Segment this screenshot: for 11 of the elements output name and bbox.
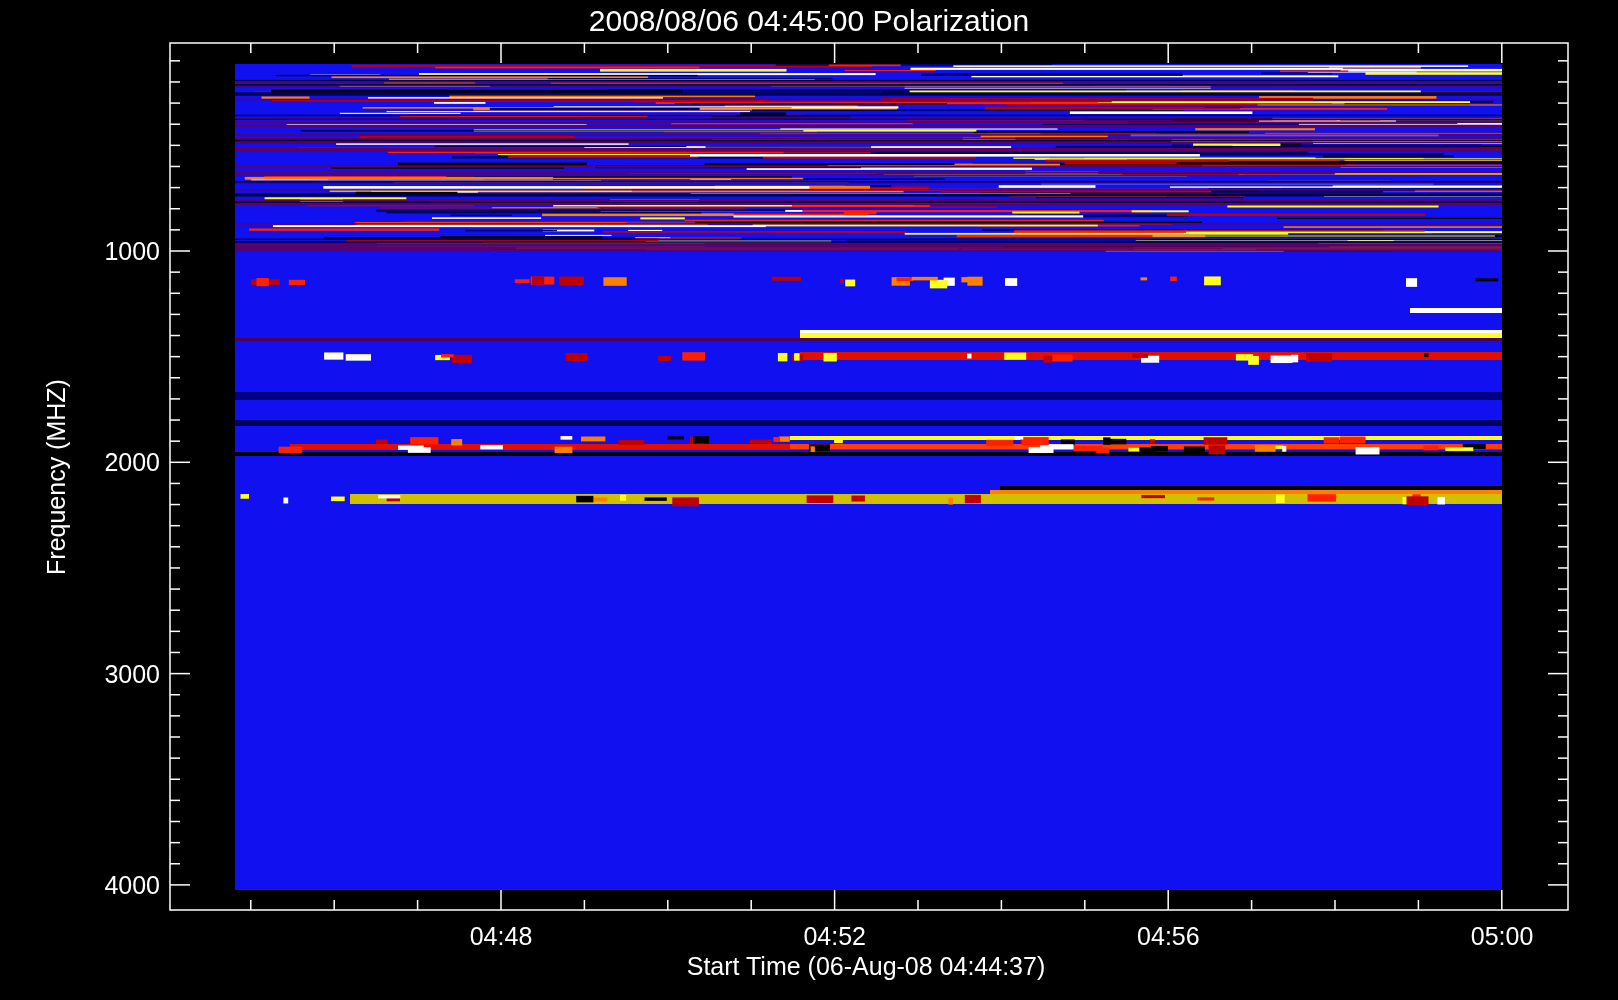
y-tick-label: 4000 — [104, 870, 160, 899]
y-tick-label: 3000 — [104, 659, 160, 688]
y-tick-label: 1000 — [104, 237, 160, 265]
x-axis-label: Start Time (06-Aug-08 04:44:37) — [686, 952, 1046, 980]
x-tick-label: 05:00 — [1470, 922, 1534, 950]
y-tick-label: 2000 — [104, 448, 160, 477]
x-tick-label: 04:52 — [803, 922, 866, 950]
y-axis-label: Frequency (MHZ) — [42, 379, 70, 575]
x-tick-label: 04:48 — [469, 922, 533, 950]
chart-title: 2008/08/06 04:45:00 Polarization — [588, 4, 1030, 37]
x-tick-label: 04:56 — [1137, 922, 1200, 950]
